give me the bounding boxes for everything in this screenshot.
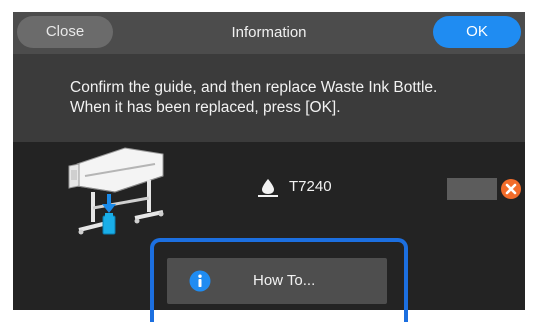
instruction-message: Confirm the guide, and then replace Wast… bbox=[13, 54, 525, 142]
message-line-2: When it has been replaced, press [OK]. bbox=[70, 99, 341, 116]
info-icon bbox=[189, 270, 211, 292]
ok-button[interactable]: OK bbox=[433, 16, 521, 48]
waste-ink-level-bar bbox=[447, 178, 497, 200]
how-to-button[interactable]: How To... bbox=[167, 258, 387, 304]
ink-drop-icon bbox=[258, 179, 278, 197]
dialog-title: Information bbox=[231, 24, 307, 41]
close-button[interactable]: Close bbox=[17, 16, 113, 48]
message-line-1: Confirm the guide, and then replace Wast… bbox=[70, 79, 438, 96]
ink-code: T7240 bbox=[289, 178, 332, 195]
how-to-label: How To... bbox=[253, 272, 316, 289]
dialog-header: Close Information OK bbox=[13, 12, 525, 54]
printer-illustration bbox=[68, 147, 164, 235]
error-x-icon bbox=[501, 179, 521, 199]
